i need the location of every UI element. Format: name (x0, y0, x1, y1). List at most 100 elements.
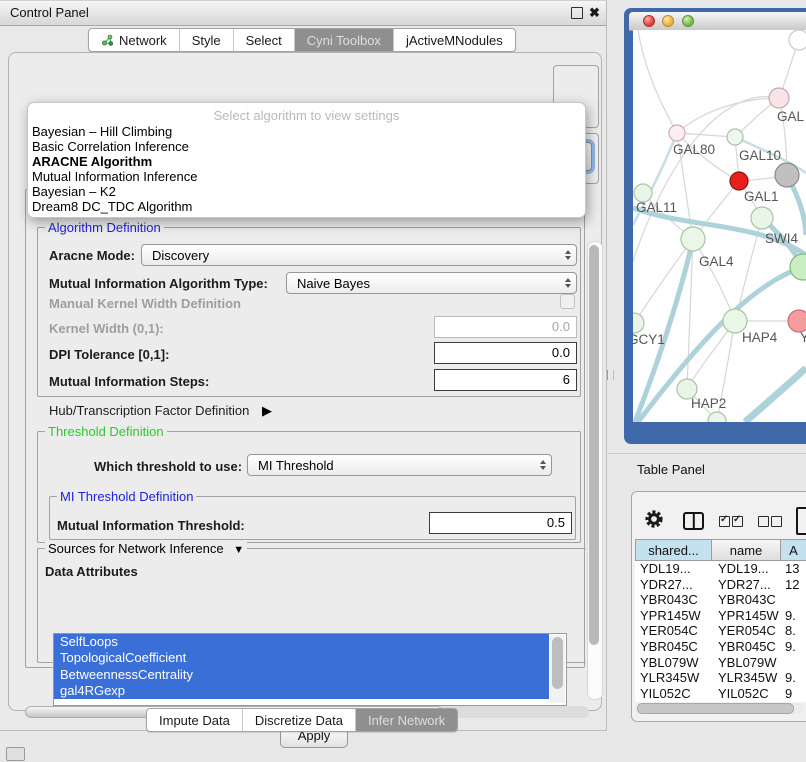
close-icon[interactable]: ✖ (589, 4, 600, 22)
control-panel-titlebar[interactable]: Control Panel ✖ (0, 0, 606, 26)
node-label: GAL10 (739, 148, 781, 163)
panel-resize-grip[interactable] (607, 370, 614, 380)
gear-icon[interactable] (644, 509, 664, 529)
scrollbar-thumb[interactable] (589, 245, 599, 645)
node-label: HAP2 (691, 396, 726, 411)
collapse-arrow-icon[interactable]: ▼ (233, 544, 244, 556)
bottom-tab-impute-data[interactable]: Impute Data (147, 709, 243, 731)
network-window-titlebar[interactable] (629, 12, 806, 31)
kernel-width-label: Kernel Width (0,1): (49, 321, 164, 336)
dropdown-item-aracne-algorithm[interactable]: ARACNE Algorithm (32, 155, 581, 170)
settings-vertical-scrollbar[interactable] (587, 241, 603, 700)
table-horizontal-scrollbar[interactable] (635, 703, 804, 714)
sources-title-text: Sources for Network Inference (48, 541, 224, 556)
table-row[interactable]: YER054CYER054C8. (635, 623, 806, 639)
close-traffic-light-icon[interactable] (643, 15, 655, 27)
float-icon[interactable] (571, 7, 583, 19)
restore-panel-icon[interactable] (6, 747, 25, 761)
which-threshold-combo[interactable]: MI Threshold (247, 454, 552, 476)
dropdown-item-bayesian-hill-climbing[interactable]: Bayesian – Hill Climbing (32, 125, 581, 140)
kernel-width-field[interactable]: 0.0 (434, 316, 577, 338)
data-attribute-gal4rgexp[interactable]: gal4RGexp (54, 683, 549, 699)
bottom-tabbar: Impute DataDiscretize DataInfer Network (146, 708, 458, 732)
network-node[interactable] (789, 30, 806, 50)
minimize-traffic-light-icon[interactable] (662, 15, 674, 27)
table-cell: YDL19... (635, 561, 712, 577)
column-header-name[interactable]: name (712, 539, 781, 561)
network-canvas[interactable]: GALGAL80GAL10GAL1GAL11SWI4GAL4GCY1HAP4YH… (633, 30, 806, 422)
tab-network[interactable]: Network (89, 29, 180, 51)
hub-definition-text: Hub/Transcription Factor Definition (49, 403, 249, 418)
table-cell: 12 (781, 577, 806, 593)
table-row[interactable]: YBR043CYBR043C (635, 592, 806, 608)
tab-select[interactable]: Select (234, 29, 295, 51)
table-cell: YLR345W (635, 670, 712, 686)
table-row[interactable]: YIL052CYIL052C9 (635, 686, 806, 702)
table-row[interactable]: YPR145WYPR145W9. (635, 608, 806, 624)
dropdown-item-dream8-dc-tdc-algorithm[interactable]: Dream8 DC_TDC Algorithm (32, 200, 581, 215)
network-node[interactable] (751, 207, 773, 229)
table-cell: 9. (781, 639, 806, 655)
table-cell: YBR043C (712, 592, 781, 608)
table-panel-window: shared...nameA YDL19...YDL19...13YDR27..… (631, 491, 806, 722)
table-cell: YBL079W (635, 655, 712, 671)
network-node-swi4[interactable] (790, 254, 806, 280)
data-attributes-list[interactable]: SelfLoopsTopologicalCoefficientBetweenne… (53, 633, 567, 706)
network-node-gal[interactable] (769, 88, 789, 108)
network-node-gal1[interactable] (730, 172, 748, 190)
tab-style[interactable]: Style (180, 29, 234, 51)
aracne-mode-combo[interactable]: Discovery (141, 244, 577, 266)
network-node-y[interactable] (788, 310, 806, 332)
tab-cyni-toolbox[interactable]: Cyni Toolbox (295, 29, 394, 51)
bottom-tab-discretize-data[interactable]: Discretize Data (243, 709, 356, 731)
tab-label: jActiveMNodules (406, 33, 503, 48)
table-cell: YIL052C (635, 686, 712, 702)
node-label: GAL4 (699, 254, 734, 269)
table-row[interactable]: YDL19...YDL19...13 (635, 561, 806, 577)
data-attribute-topologicalcoefficient[interactable]: TopologicalCoefficient (54, 650, 549, 666)
document-icon[interactable] (796, 507, 806, 535)
data-attribute-betweennesscentrality[interactable]: BetweennessCentrality (54, 667, 549, 683)
control-panel-window: Control Panel ✖ NetworkStyleSelectCyni T… (0, 0, 607, 731)
network-node-gcy1[interactable] (633, 313, 644, 333)
dropdown-item-bayesian-k2[interactable]: Bayesian – K2 (32, 185, 581, 200)
dropdown-item-basic-correlation-inference[interactable]: Basic Correlation Inference (32, 140, 581, 155)
column-header-a[interactable]: A (781, 539, 806, 561)
column-header-shared[interactable]: shared... (635, 539, 712, 561)
node-label: GAL11 (636, 200, 677, 215)
dropdown-item-mutual-information-inference[interactable]: Mutual Information Inference (32, 170, 581, 185)
scrollbar-thumb[interactable] (637, 703, 794, 714)
select-all-checkbox2-icon[interactable] (732, 516, 743, 527)
tab-jactivemnodules[interactable]: jActiveMNodules (394, 29, 515, 51)
manual-kernel-checkbox[interactable] (560, 294, 575, 309)
table-cell: YBR045C (635, 639, 712, 655)
list-scrollbar[interactable] (550, 635, 565, 703)
table-row[interactable]: YBL079WYBL079W (635, 655, 806, 671)
network-node-gal4[interactable] (681, 227, 705, 251)
network-node[interactable] (775, 163, 799, 187)
mi-steps-field[interactable]: 6 (434, 369, 577, 391)
deselect-all-checkbox-icon[interactable] (758, 516, 769, 527)
table-cell: 8. (781, 623, 806, 639)
network-node-gal10[interactable] (727, 129, 743, 145)
algorithm-definition-title: Algorithm Definition (45, 220, 164, 235)
table-row[interactable]: YLR345WYLR345W9. (635, 670, 806, 686)
select-all-checkbox-icon[interactable] (719, 516, 730, 527)
table-row[interactable]: YDR27...YDR27...12 (635, 577, 806, 593)
network-node-gal80[interactable] (669, 125, 685, 141)
deselect-all-checkbox2-icon[interactable] (771, 516, 782, 527)
mi-threshold-field[interactable]: 0.5 (429, 512, 572, 534)
table-row[interactable]: YBR045CYBR045C9. (635, 639, 806, 655)
data-attribute-selfloops[interactable]: SelfLoops (54, 634, 549, 650)
hub-definition-label[interactable]: Hub/Transcription Factor Definition ▶ (49, 403, 272, 419)
table-cell: YDR27... (635, 577, 712, 593)
scrollbar-thumb[interactable] (552, 637, 563, 689)
columns-icon[interactable] (683, 512, 704, 530)
sources-group-title[interactable]: Sources for Network Inference ▼ (45, 541, 247, 556)
dpi-tolerance-field[interactable]: 0.0 (434, 342, 577, 364)
zoom-traffic-light-icon[interactable] (682, 15, 694, 27)
mi-type-combo[interactable]: Naive Bayes (286, 272, 577, 294)
expand-arrow-icon[interactable]: ▶ (262, 403, 272, 418)
bottom-tab-infer-network[interactable]: Infer Network (356, 709, 457, 731)
table-cell: YER054C (635, 623, 712, 639)
